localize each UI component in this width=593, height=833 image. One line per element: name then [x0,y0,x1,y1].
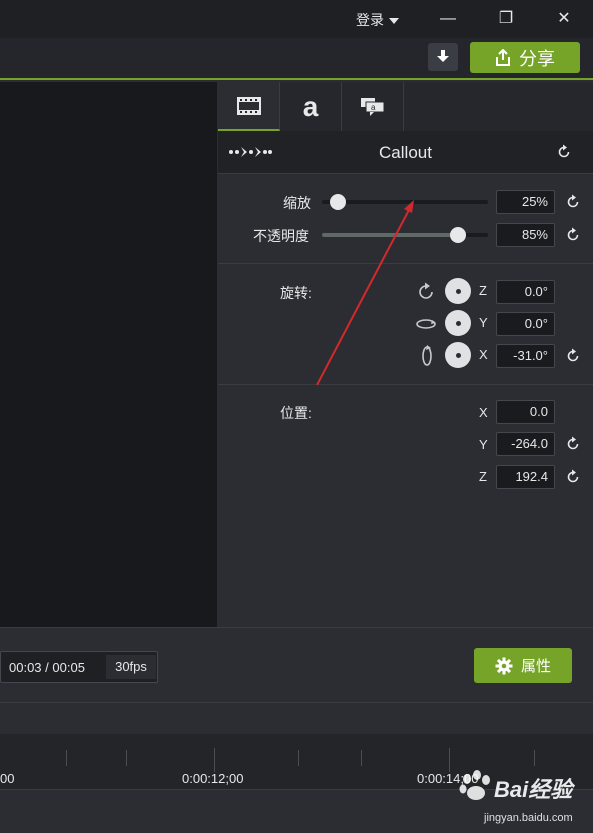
ruler-tick [534,750,535,766]
minimize-button[interactable]: — [436,8,460,30]
time-current: 00:03 [9,660,42,675]
ruler-tick [298,750,299,766]
position-x-input[interactable]: 0.0 [496,400,555,424]
ruler-tick [126,750,127,766]
close-button[interactable]: ✕ [552,8,576,30]
rotation-y-axis-label: Y [479,315,488,330]
ruler-tick [214,748,215,772]
preview-canvas[interactable] [0,82,217,627]
opacity-slider-thumb[interactable] [449,227,466,243]
ruler-label: 00 [0,771,15,786]
toolbar: 分享 [0,38,593,80]
playback-bar: 00:03 / 00:05 30fps 属性 [0,627,593,702]
tab-callout[interactable]: a [342,82,404,131]
properties-button[interactable]: 属性 [474,648,572,683]
title-bar: 登录 — ❐ ✕ [0,0,593,38]
position-y-axis-label: Y [479,437,488,452]
share-label: 分享 [519,48,555,69]
divider [218,384,593,385]
ruler-tick [449,748,450,772]
reset-icon[interactable] [565,227,581,243]
callout-icon: a [360,97,384,116]
scale-slider-thumb[interactable] [329,194,346,210]
reset-icon[interactable] [565,194,581,210]
rotate-x-dial[interactable] [445,342,471,368]
opacity-label: 不透明度 [253,228,309,244]
reset-icon[interactable] [565,436,581,452]
ruler-tick [361,750,362,766]
rotation-z-axis-label: Z [479,283,487,298]
rotation-y-input[interactable]: 0.0° [496,312,555,336]
position-z-input[interactable]: 192.4 [496,465,555,489]
paw-icon [459,770,490,800]
ruler-tick [66,750,67,766]
properties-label: 属性 [520,658,551,675]
share-button[interactable]: 分享 [470,42,580,73]
position-y-input[interactable]: -264.0 [496,432,555,456]
rotate-y-dial[interactable] [445,310,471,336]
position-x-axis-label: X [479,405,488,420]
rotate-z-dial[interactable] [445,278,471,304]
panel-title: Callout [379,143,432,162]
timecode-text: 00:03 / 00:05 [9,660,85,675]
opacity-slider-fill [322,233,458,237]
download-icon [437,50,449,62]
opacity-slider[interactable] [322,227,488,243]
callout-header: Callout [218,131,593,174]
text-icon: a [302,90,319,122]
login-label: 登录 [356,12,384,28]
rotation-x-axis-label: X [479,347,488,362]
panel-tabs: a a [218,82,593,131]
tab-visual[interactable] [218,82,280,131]
opacity-input[interactable]: 85% [496,223,555,247]
properties-panel: a a Callout 缩放 25% 不透明度 85% 旋转: Z 0.0° Y… [218,82,593,627]
rotate-x-icon [422,345,432,366]
divider [218,263,593,264]
rotate-y-icon [416,319,436,329]
time-total: 00:05 [52,660,85,675]
rotation-x-input[interactable]: -31.0° [496,344,555,368]
watermark-brand: Bai经验 [494,777,573,802]
position-z-axis-label: Z [479,469,487,484]
fps-selector[interactable]: 30fps [106,655,156,679]
watermark-url: jingyan.baidu.com [484,812,573,824]
time-separator: / [45,660,49,675]
scale-label: 缩放 [283,195,311,211]
gear-icon [495,657,513,674]
chevron-down-icon [389,18,399,25]
position-label: 位置: [280,405,312,421]
film-icon [236,96,261,115]
share-icon [496,48,510,66]
download-button[interactable] [428,43,458,71]
rotation-z-input[interactable]: 0.0° [496,280,555,304]
scale-slider[interactable] [322,194,488,210]
watermark: Bai经验 jingyan.baidu.com [454,766,589,826]
reset-icon[interactable] [565,348,581,364]
ruler-label: 0:00:12;00 [182,771,244,786]
rotation-label: 旋转: [280,285,312,301]
svg-text:a: a [371,103,376,112]
rotate-z-icon [419,282,433,299]
timeline-toolbar [0,702,593,734]
scale-input[interactable]: 25% [496,190,555,214]
restore-button[interactable]: ❐ [494,8,518,30]
reset-icon[interactable] [565,469,581,485]
reset-icon[interactable] [556,144,572,160]
timecode-display: 00:03 / 00:05 30fps [0,651,158,683]
tab-text[interactable]: a [280,82,342,131]
login-menu[interactable]: 登录 [356,10,399,30]
